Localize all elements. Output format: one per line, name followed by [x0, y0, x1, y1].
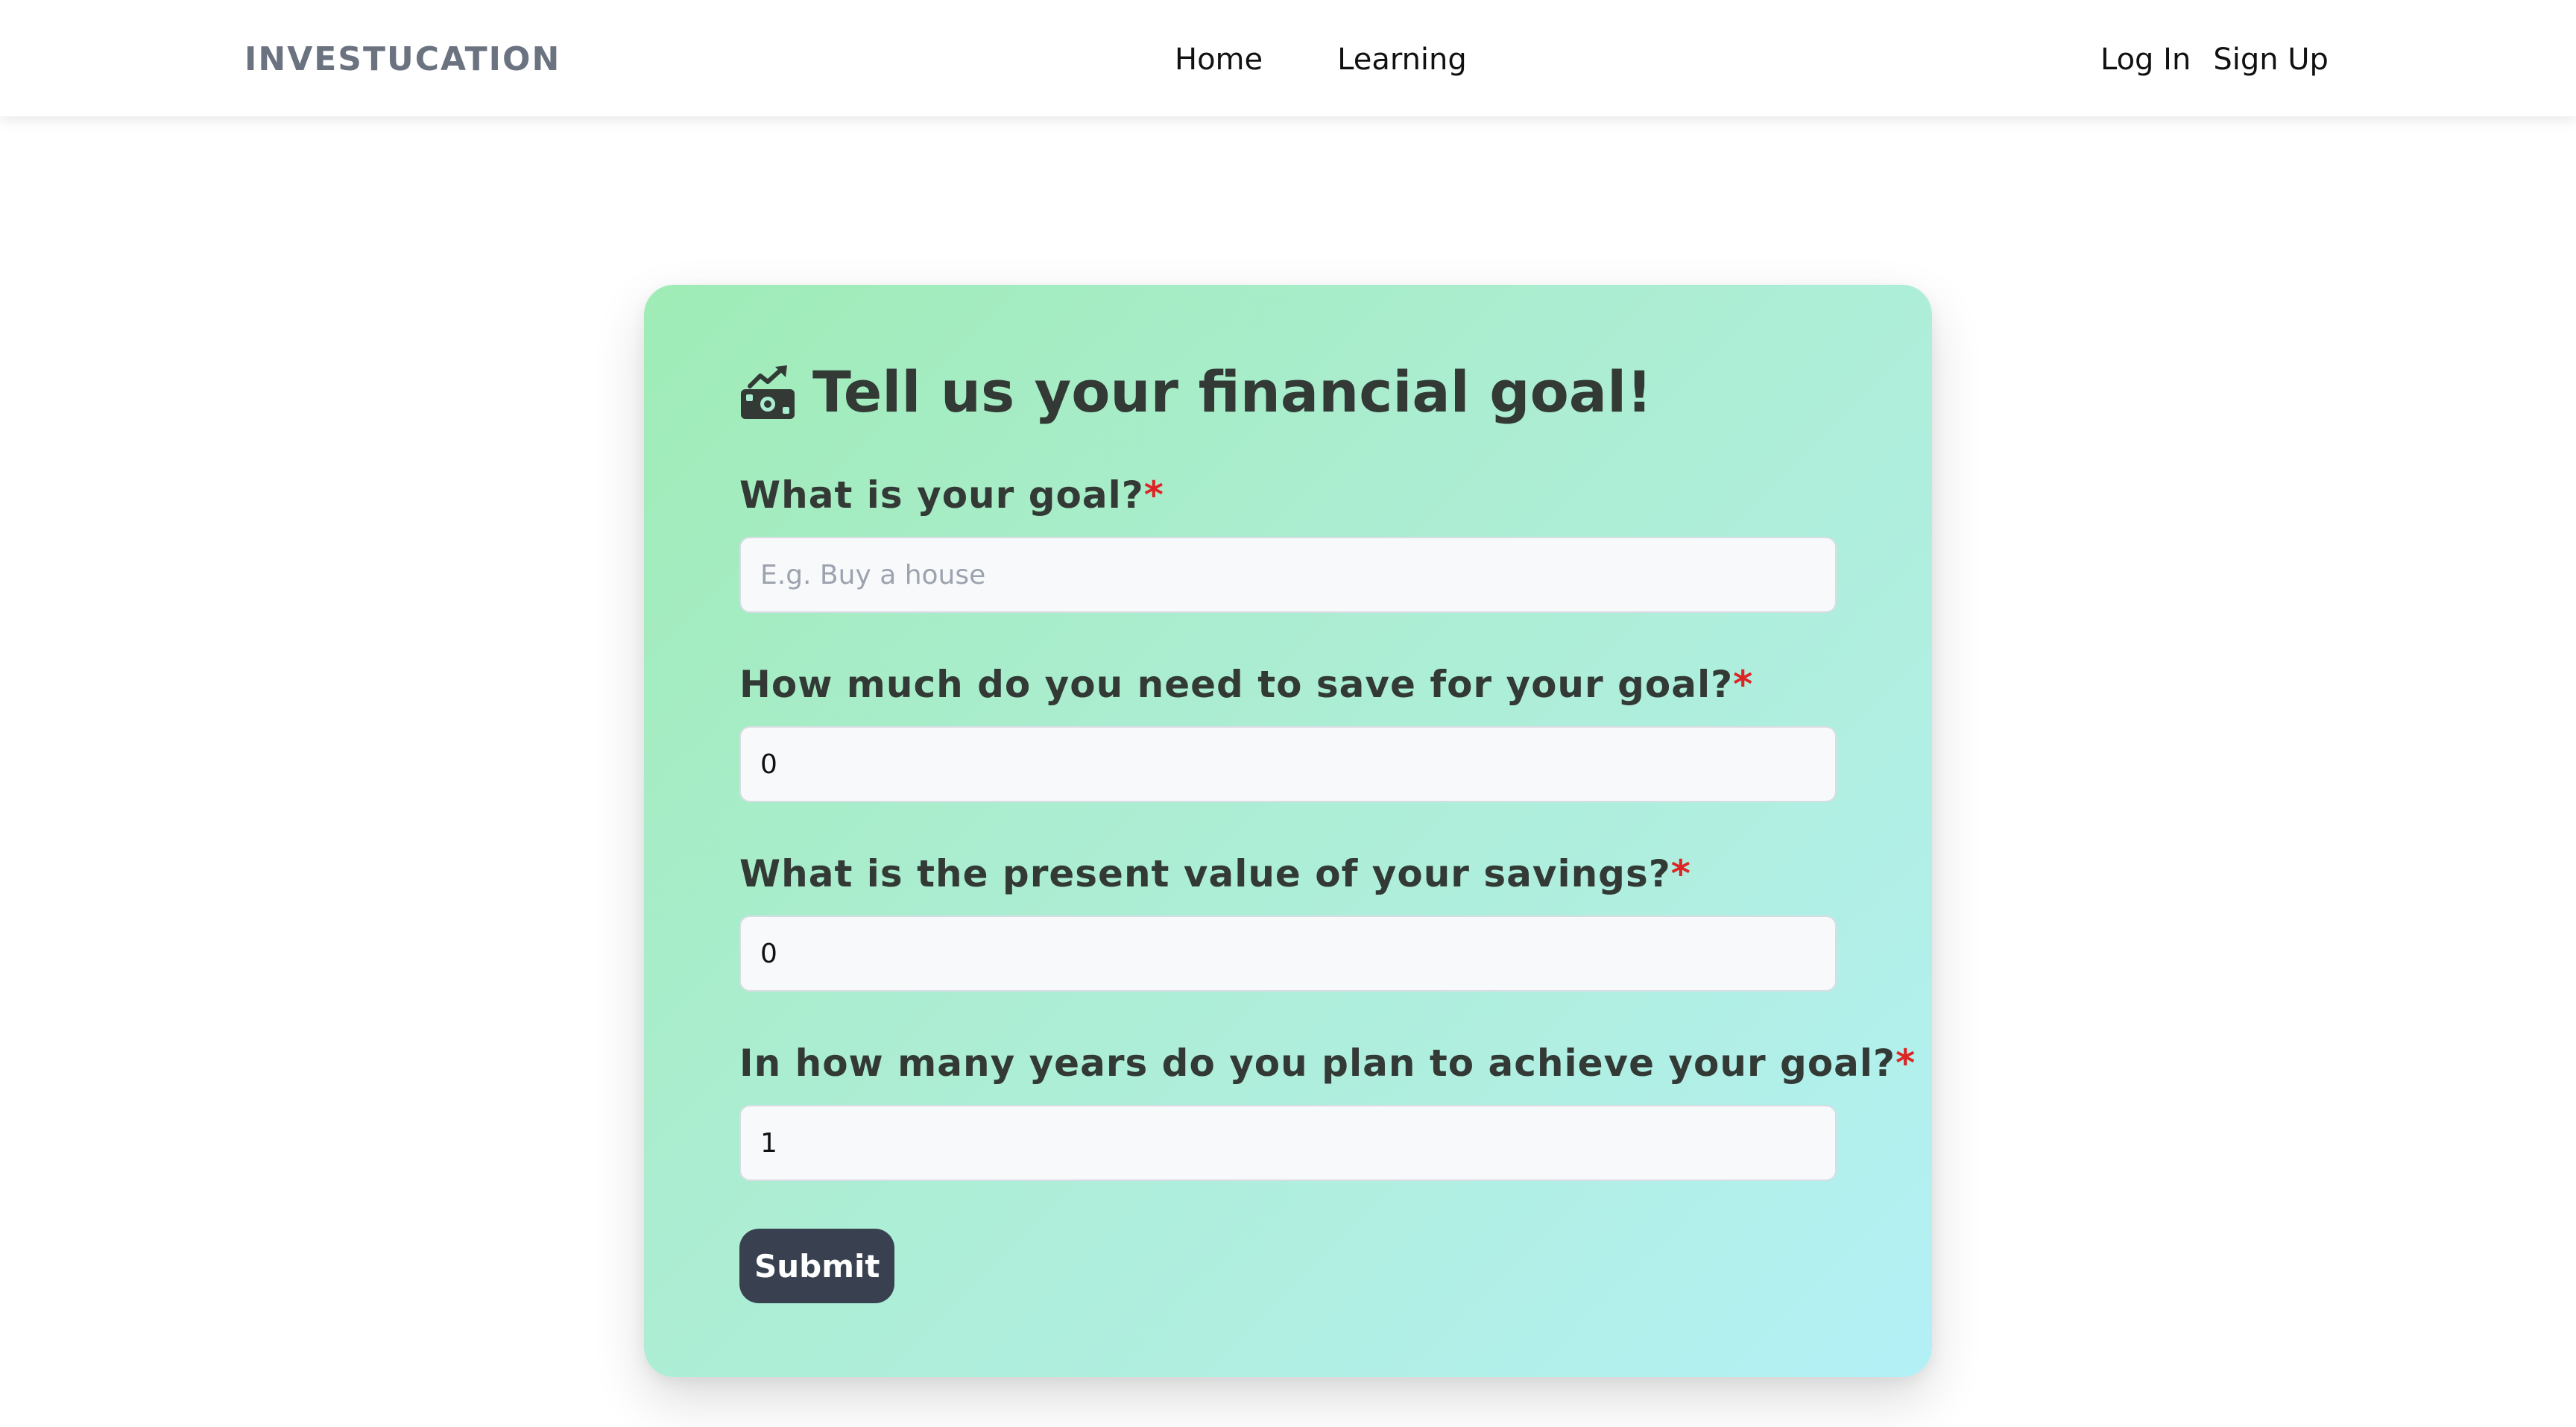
required-marker: *: [1895, 1042, 1916, 1085]
auth-links: Log In Sign Up: [2100, 39, 2329, 81]
target-amount-label-text: How much do you need to save for your go…: [739, 663, 1734, 706]
main-nav: Home Learning: [1175, 39, 1467, 81]
goal-input[interactable]: [739, 537, 1837, 613]
present-savings-input[interactable]: [739, 916, 1837, 992]
goal-label: What is your goal?*: [739, 471, 1837, 519]
signup-link[interactable]: Sign Up: [2213, 39, 2329, 81]
goal-field: What is your goal?*: [739, 471, 1837, 613]
years-field: In how many years do you plan to achieve…: [739, 1039, 1915, 1181]
login-link[interactable]: Log In: [2100, 39, 2191, 81]
required-marker: *: [1670, 852, 1691, 895]
nav-link-home[interactable]: Home: [1175, 39, 1263, 81]
brand-logo[interactable]: INVESTUCATION: [244, 39, 561, 81]
years-input[interactable]: [739, 1105, 1837, 1181]
submit-button[interactable]: Submit: [739, 1229, 895, 1303]
required-marker: *: [1143, 473, 1164, 517]
target-amount-field: How much do you need to save for your go…: [739, 661, 1837, 802]
present-savings-label-text: What is the present value of your saving…: [739, 852, 1671, 895]
top-navbar: INVESTUCATION Home Learning Log In Sign …: [0, 0, 2576, 116]
years-label: In how many years do you plan to achieve…: [739, 1039, 1915, 1087]
form-title: Tell us your financial goal!: [812, 359, 1652, 425]
financial-goal-card: Tell us your financial goal! What is you…: [644, 285, 1932, 1377]
present-savings-label: What is the present value of your saving…: [739, 850, 1837, 898]
form-title-row: Tell us your financial goal!: [739, 356, 1652, 428]
present-savings-field: What is the present value of your saving…: [739, 850, 1837, 992]
target-amount-input[interactable]: [739, 726, 1837, 802]
target-amount-label: How much do you need to save for your go…: [739, 661, 1837, 708]
years-label-text: In how many years do you plan to achieve…: [739, 1042, 1896, 1085]
required-marker: *: [1733, 663, 1754, 706]
nav-link-learning[interactable]: Learning: [1337, 39, 1467, 81]
money-growth-icon: [741, 365, 795, 419]
goal-label-text: What is your goal?: [739, 473, 1144, 517]
